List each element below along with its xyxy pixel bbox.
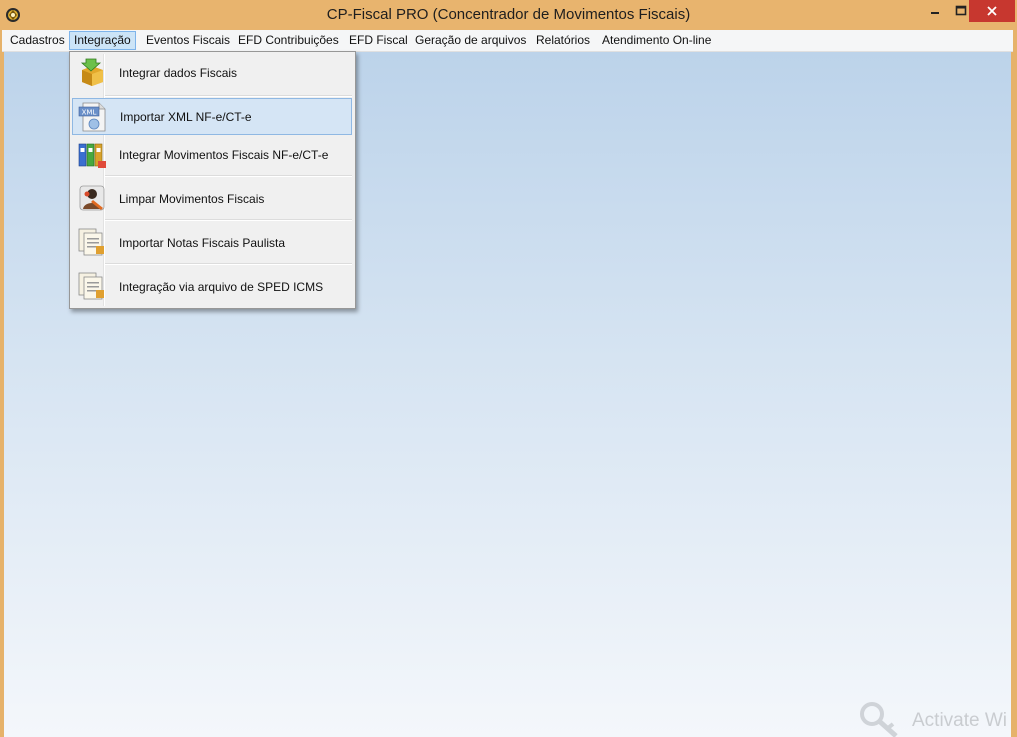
menuitem-importar-notas-paulista[interactable]: Importar Notas Fiscais Paulista [72,222,352,262]
menu-separator [105,219,352,221]
title-bar: CP-Fiscal PRO (Concentrador de Movimento… [0,0,1017,30]
xml-file-icon: XML [78,102,106,132]
person-clear-icon [79,185,105,211]
menuitem-limpar-movimentos[interactable]: Limpar Movimentos Fiscais [72,178,352,218]
box-arrow-icon [80,58,103,86]
menuitem-label: Integrar dados Fiscais [119,66,238,80]
menu-bar: Cadastros Integração Eventos Fiscais EFD… [2,30,1013,52]
menuitem-importar-xml[interactable]: XML Importar XML NF-e/CT-e [72,98,352,135]
menuitem-label: Integrar Movimentos Fiscais NF-e/CT-e [119,148,329,162]
close-icon [987,6,997,16]
menuitem-integracao-sped-icms[interactable]: Integração via arquivo de SPED ICMS [72,266,352,306]
menu-eventos-fiscais[interactable]: Eventos Fiscais [141,32,235,49]
key-icon [860,702,898,737]
activate-windows-watermark: Activate Wi [858,700,1017,737]
menu-separator [105,263,352,265]
watermark-text: Activate Wi [912,710,1008,731]
menu-separator [105,95,352,97]
menu-efd-contribuicoes[interactable]: EFD Contribuições [233,32,344,49]
window-frame-right [1011,30,1017,737]
integracao-dropdown: Integrar dados Fiscais XML Importar XML … [69,51,356,309]
menu-efd-fiscal[interactable]: EFD Fiscal [344,32,413,49]
menuitem-label: Integração via arquivo de SPED ICMS [119,280,324,294]
minimize-icon [931,12,939,14]
svg-text:XML: XML [82,109,97,117]
menuitem-label: Importar XML NF-e/CT-e [120,110,252,124]
window-title: CP-Fiscal PRO (Concentrador de Movimento… [326,6,691,23]
binders-icon [78,143,106,168]
documents-icon [78,228,104,256]
menu-relatorios[interactable]: Relatórios [531,32,595,49]
minimize-button[interactable] [922,0,948,22]
menu-geracao-de-arquivos[interactable]: Geração de arquivos [410,32,531,49]
documents-icon [78,272,104,300]
menu-cadastros[interactable]: Cadastros [5,32,70,49]
menuitem-integrar-dados-fiscais[interactable]: Integrar dados Fiscais [72,54,352,94]
close-button[interactable] [969,0,1015,22]
menu-separator [105,175,352,177]
menu-integracao[interactable]: Integração [69,31,136,50]
menuitem-label: Limpar Movimentos Fiscais [119,192,265,206]
menuitem-label: Importar Notas Fiscais Paulista [119,236,286,250]
menu-atendimento-online[interactable]: Atendimento On-line [597,32,716,49]
menuitem-integrar-movimentos[interactable]: Integrar Movimentos Fiscais NF-e/CT-e [72,136,352,174]
